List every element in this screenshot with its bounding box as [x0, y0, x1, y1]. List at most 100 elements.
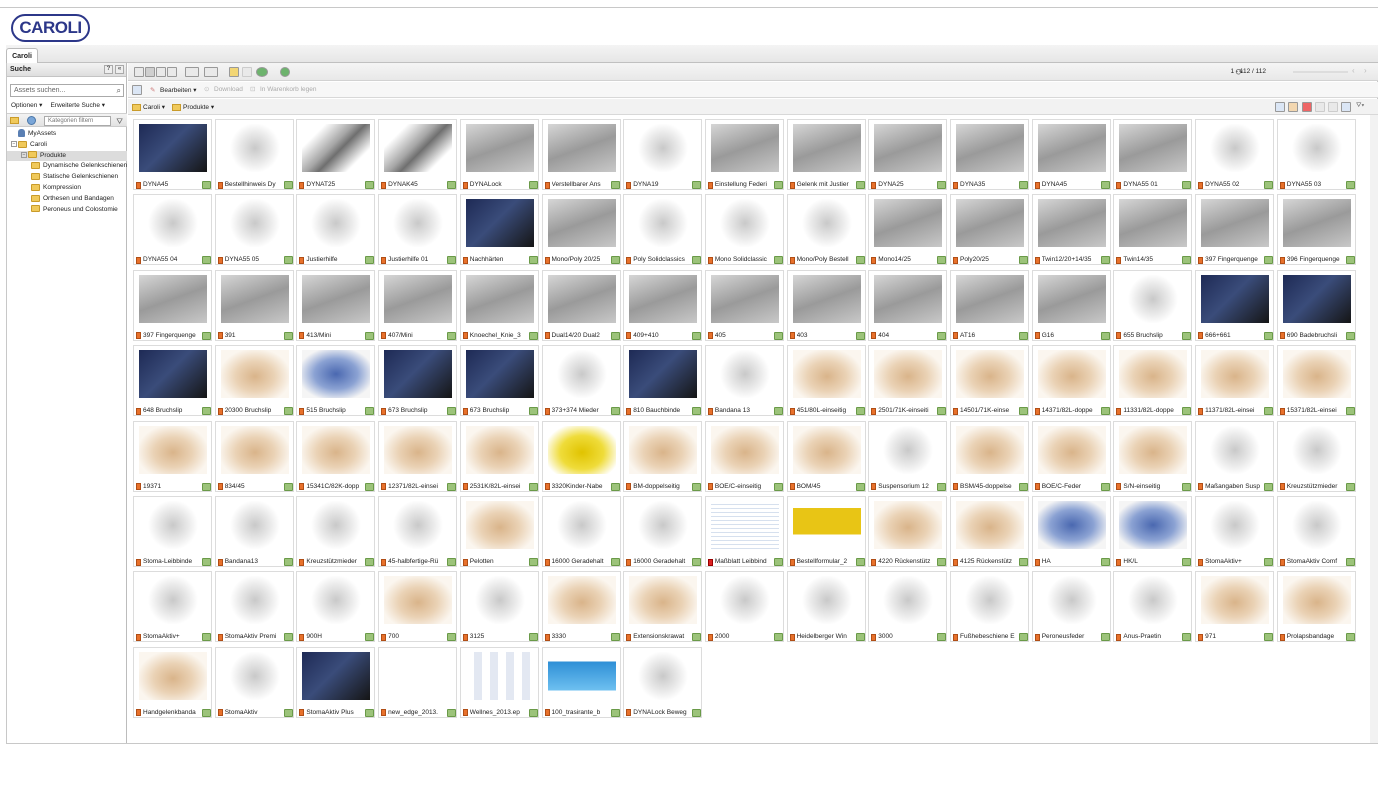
asset-card[interactable]: 15341C/82K-dopp — [296, 420, 376, 492]
asset-thumbnail[interactable] — [1201, 350, 1270, 399]
asset-thumbnail[interactable] — [629, 274, 698, 323]
thumbnail-view-icon[interactable] — [145, 67, 155, 77]
edit-menu[interactable]: Bearbeiten ▾ — [160, 86, 197, 94]
asset-card[interactable]: 413/Mini — [296, 269, 376, 341]
asset-card[interactable]: 971 — [1195, 571, 1275, 643]
asset-action-icon[interactable] — [773, 256, 783, 265]
asset-card[interactable]: 451/80L-einseitig — [786, 345, 866, 417]
search-icon[interactable]: ⌕ — [117, 86, 121, 96]
asset-action-icon[interactable] — [528, 482, 538, 491]
asset-action-icon[interactable] — [1264, 558, 1274, 566]
asset-thumbnail[interactable] — [139, 350, 207, 399]
asset-card[interactable]: 4125 Rückenstütz — [950, 496, 1029, 567]
asset-card[interactable]: 391 — [214, 269, 294, 341]
asset-thumbnail[interactable] — [384, 199, 453, 248]
asset-action-icon[interactable] — [855, 482, 865, 491]
asset-action-icon[interactable] — [1019, 633, 1028, 642]
asset-thumbnail[interactable] — [302, 576, 371, 625]
asset-thumbnail[interactable] — [792, 501, 861, 549]
asset-thumbnail[interactable] — [710, 501, 779, 549]
asset-card[interactable]: StomaAktiv Comf — [1276, 496, 1356, 567]
tree-item[interactable]: − Caroli — [7, 140, 127, 151]
asset-thumbnail[interactable] — [547, 274, 616, 323]
asset-thumbnail[interactable] — [1201, 425, 1270, 474]
asset-card[interactable]: 16000 Geradehalt — [623, 496, 703, 567]
asset-card[interactable]: 2000 — [704, 571, 784, 643]
asset-action-icon[interactable] — [692, 331, 702, 340]
asset-card[interactable]: S/N-einseitig — [1113, 420, 1193, 492]
asset-thumbnail[interactable] — [1201, 199, 1270, 248]
asset-card[interactable]: Einstellung Federi — [704, 119, 784, 190]
asset-thumbnail[interactable] — [302, 199, 371, 248]
asset-action-icon[interactable] — [1264, 633, 1274, 642]
asset-thumbnail[interactable] — [1282, 274, 1351, 323]
asset-thumbnail[interactable] — [1119, 501, 1188, 549]
asset-action-icon[interactable] — [283, 633, 293, 642]
asset-action-icon[interactable] — [283, 558, 293, 566]
asset-action-icon[interactable] — [1182, 633, 1192, 642]
asset-thumbnail[interactable] — [1282, 425, 1351, 474]
options-menu[interactable]: Optionen ▾ — [11, 101, 42, 109]
asset-card[interactable]: 11371/82L-einsei — [1195, 345, 1275, 417]
asset-action-icon[interactable] — [1100, 407, 1110, 416]
asset-card[interactable]: new_edge_2013. — [378, 646, 458, 718]
asset-card[interactable]: 666+661 — [1195, 269, 1275, 341]
asset-thumbnail[interactable] — [302, 350, 371, 399]
asset-thumbnail[interactable] — [792, 350, 861, 399]
asset-action-icon[interactable] — [937, 558, 947, 566]
asset-thumbnail[interactable] — [1119, 350, 1188, 399]
asset-action-icon[interactable] — [610, 708, 620, 717]
asset-thumbnail[interactable] — [547, 501, 616, 549]
tree-item[interactable]: − Produkte — [7, 150, 127, 162]
asset-card[interactable]: BOE/C-einseitig — [704, 420, 784, 492]
asset-thumbnail[interactable] — [956, 199, 1024, 248]
asset-thumbnail[interactable] — [629, 350, 698, 399]
asset-action-icon[interactable] — [447, 482, 457, 491]
asset-card[interactable]: Poly20/25 — [950, 194, 1029, 266]
asset-thumbnail[interactable] — [1119, 425, 1188, 474]
asset-card[interactable]: StomaAktiv Plus — [296, 646, 376, 718]
asset-thumbnail[interactable] — [139, 576, 207, 625]
asset-thumbnail[interactable] — [710, 350, 779, 399]
asset-card[interactable]: Pelotten — [459, 496, 539, 567]
asset-action-icon[interactable] — [937, 482, 947, 491]
asset-thumbnail[interactable] — [465, 576, 534, 625]
asset-action-icon[interactable] — [1345, 482, 1355, 491]
asset-action-icon[interactable] — [692, 256, 702, 265]
status-icon[interactable] — [280, 67, 290, 77]
asset-card[interactable]: DYNA55 05 — [214, 194, 294, 266]
asset-card[interactable]: 407/Mini — [378, 269, 458, 341]
asset-card[interactable]: Mono/Poly Bestell — [786, 194, 866, 266]
asset-card[interactable]: 700 — [378, 571, 458, 643]
asset-action-icon[interactable] — [1019, 558, 1028, 566]
asset-thumbnail[interactable] — [465, 501, 534, 549]
asset-action-icon[interactable] — [283, 708, 293, 717]
asset-action-icon[interactable] — [447, 181, 457, 189]
asset-thumbnail[interactable] — [710, 274, 779, 323]
export-icon[interactable] — [1288, 102, 1298, 112]
asset-action-icon[interactable] — [692, 558, 702, 566]
asset-action-icon[interactable] — [1264, 331, 1274, 340]
asset-thumbnail[interactable] — [384, 274, 453, 323]
asset-action-icon[interactable] — [773, 633, 783, 642]
asset-thumbnail[interactable] — [629, 576, 698, 625]
asset-action-icon[interactable] — [202, 407, 211, 416]
asset-action-icon[interactable] — [773, 558, 783, 566]
asset-thumbnail[interactable] — [465, 199, 534, 248]
asset-action-icon[interactable] — [1345, 558, 1355, 566]
asset-action-icon[interactable] — [1182, 256, 1192, 265]
asset-card[interactable]: G16 — [1031, 269, 1111, 341]
asset-thumbnail[interactable] — [792, 425, 861, 474]
asset-action-icon[interactable] — [202, 708, 211, 717]
asset-thumbnail[interactable] — [1282, 501, 1351, 549]
asset-thumbnail[interactable] — [465, 425, 534, 474]
asset-action-icon[interactable] — [202, 482, 211, 491]
asset-thumbnail[interactable] — [302, 425, 371, 474]
asset-thumbnail[interactable] — [956, 501, 1024, 549]
asset-action-icon[interactable] — [1019, 407, 1028, 416]
asset-thumbnail[interactable] — [139, 501, 207, 549]
asset-action-icon[interactable] — [1019, 482, 1028, 491]
asset-search-input[interactable]: Assets suchen... ⌕ — [10, 84, 124, 97]
asset-action-icon[interactable] — [937, 633, 947, 642]
asset-thumbnail[interactable] — [220, 651, 289, 700]
